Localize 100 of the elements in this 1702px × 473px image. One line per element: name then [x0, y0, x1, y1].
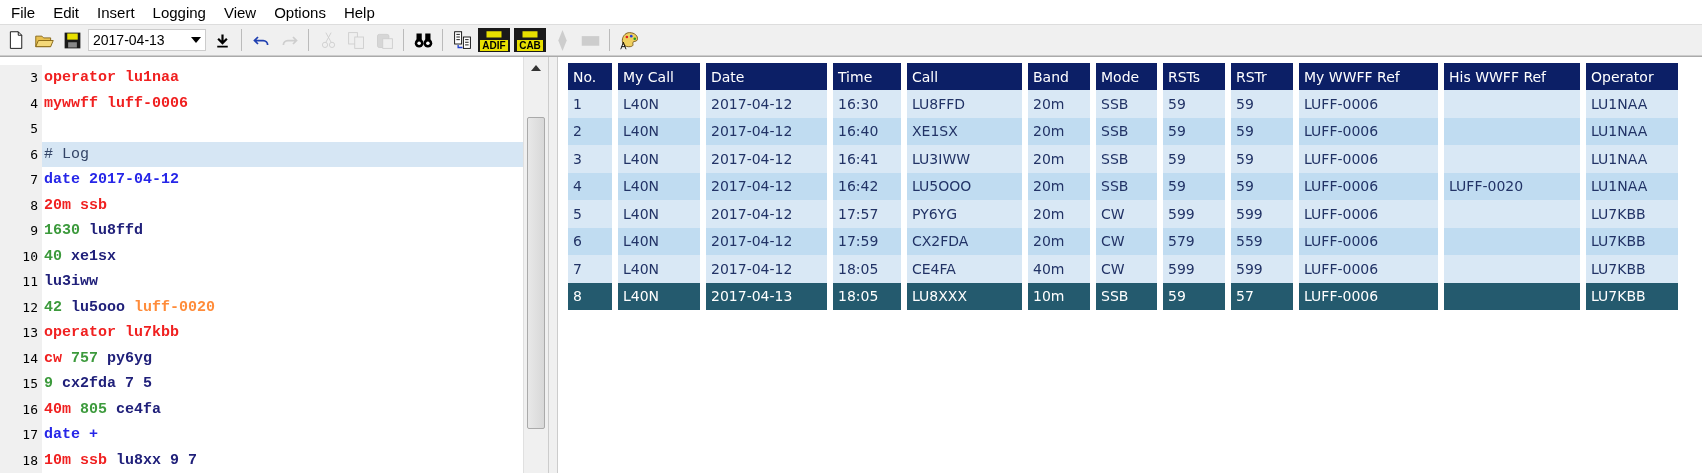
- column-header[interactable]: My Call: [618, 63, 700, 90]
- table-cell: 579: [1163, 227, 1225, 255]
- table-cell: LU1NAA: [1586, 90, 1678, 118]
- table-cell: 5: [568, 200, 612, 228]
- table-cell: 3: [568, 145, 612, 173]
- column-header[interactable]: His WWFF Ref: [1444, 63, 1580, 90]
- line-number: 9: [0, 218, 42, 244]
- column-header[interactable]: My WWFF Ref: [1299, 63, 1438, 90]
- table-cell: LU1NAA: [1586, 172, 1678, 200]
- scroll-up-icon[interactable]: [531, 65, 541, 71]
- table-cell: SSB: [1096, 282, 1157, 310]
- table-cell: CE4FA: [907, 255, 1022, 283]
- code-line: 42 lu5ooo luff-0020: [43, 297, 217, 318]
- table-cell: LUFF-0006: [1299, 282, 1438, 310]
- table-cell: 2017-04-12: [706, 200, 827, 228]
- table-cell: 59: [1231, 117, 1293, 145]
- scroll-thumb[interactable]: [527, 117, 545, 429]
- code-line: date +: [43, 425, 100, 445]
- column-header[interactable]: RSTr: [1231, 63, 1293, 90]
- table-cell: SSB: [1096, 172, 1157, 200]
- table-cell: LU3IWW: [907, 145, 1022, 173]
- save-as-button[interactable]: CAB: [514, 28, 546, 52]
- table-cell: L40N: [618, 145, 700, 173]
- code-line: 10m ssb lu8xx 9 7: [43, 450, 199, 471]
- table-cell: 16:42: [833, 172, 901, 200]
- column-header[interactable]: RSTs: [1163, 63, 1225, 90]
- table-cell: L40N: [618, 117, 700, 145]
- table-cell: 7: [568, 255, 612, 283]
- table-cell: 59: [1163, 90, 1225, 118]
- date-field[interactable]: 2017-04-13: [88, 29, 206, 51]
- table-cell: 599: [1163, 255, 1225, 283]
- menu-item[interactable]: View: [214, 3, 266, 21]
- column-header[interactable]: Time: [833, 63, 901, 90]
- table-cell: LUFF-0006: [1299, 145, 1438, 173]
- line-number: 11: [0, 269, 42, 295]
- table-cell: 1: [568, 90, 612, 118]
- table-cell: 20m: [1028, 145, 1090, 173]
- table-cell: PY6YG: [907, 200, 1022, 228]
- table-cell: 59: [1163, 145, 1225, 173]
- line-number: 6: [0, 141, 42, 167]
- line-number: 5: [0, 116, 42, 142]
- line-number: 7: [0, 167, 42, 193]
- line-number: 15: [0, 371, 42, 397]
- table-cell: 2: [568, 117, 612, 145]
- table-cell: 17:59: [833, 227, 901, 255]
- column-header[interactable]: Mode: [1096, 63, 1157, 90]
- table-cell: SSB: [1096, 117, 1157, 145]
- diamond-icon: [557, 29, 567, 51]
- table-cell: 20m: [1028, 227, 1090, 255]
- code-line: date 2017-04-12: [43, 170, 181, 190]
- column-header[interactable]: Date: [706, 63, 827, 90]
- table-cell: 18:05: [833, 255, 901, 283]
- table-cell: 6: [568, 227, 612, 255]
- table-cell: 16:40: [833, 117, 901, 145]
- table-cell: 2017-04-12: [706, 117, 827, 145]
- table-cell: 2017-04-12: [706, 227, 827, 255]
- table-cell: SSB: [1096, 145, 1157, 173]
- table-cell: LU1NAA: [1586, 117, 1678, 145]
- table-cell: 57: [1231, 282, 1293, 310]
- table-cell: 40m: [1028, 255, 1090, 283]
- table-cell: 17:57: [833, 200, 901, 228]
- line-number: 10: [0, 243, 42, 269]
- table-cell: L40N: [618, 227, 700, 255]
- scrollbar[interactable]: [523, 57, 548, 473]
- table-cell: 18:05: [833, 282, 901, 310]
- table-cell: 59: [1163, 117, 1225, 145]
- line-number: 14: [0, 345, 42, 371]
- menu-item[interactable]: Help: [334, 3, 384, 21]
- line-number: 17: [0, 422, 42, 448]
- table-cell: LU5OOO: [907, 172, 1022, 200]
- code-line: mywwff luff-0006: [43, 93, 190, 114]
- table-cell: 8: [568, 282, 612, 310]
- table-cell: LUFF-0006: [1299, 200, 1438, 228]
- code-line: 1630 lu8ffd: [43, 221, 145, 241]
- menu-item[interactable]: Logging: [143, 3, 215, 21]
- table-cell: LU1NAA: [1586, 145, 1678, 173]
- table-cell: 59: [1163, 172, 1225, 200]
- line-number: 18: [0, 447, 42, 473]
- column-header[interactable]: Band: [1028, 63, 1090, 90]
- table-cell: 2017-04-12: [706, 90, 827, 118]
- line-number: 4: [0, 90, 42, 116]
- code-line: 20m ssb: [43, 195, 109, 216]
- menu-item[interactable]: Insert: [88, 3, 144, 21]
- table-cell: CW: [1096, 255, 1157, 283]
- menu-item[interactable]: Edit: [44, 3, 89, 21]
- menu-item[interactable]: File: [2, 3, 45, 21]
- menu-item[interactable]: Options: [265, 3, 335, 21]
- table-cell: 599: [1163, 200, 1225, 228]
- save-as-button[interactable]: ADIF: [478, 28, 510, 52]
- column-header[interactable]: Call: [907, 63, 1022, 90]
- code-line: 9 cx2fda 7 5: [43, 374, 154, 394]
- table-cell: 59: [1231, 90, 1293, 118]
- column-header[interactable]: No.: [568, 63, 612, 90]
- line-number: 13: [0, 320, 42, 346]
- table-cell: L40N: [618, 255, 700, 283]
- column-header[interactable]: Operator: [1586, 63, 1678, 90]
- palette-icon: [618, 29, 640, 51]
- table-cell: 16:30: [833, 90, 901, 118]
- table-cell: CX2FDA: [907, 227, 1022, 255]
- table-cell: 599: [1231, 255, 1293, 283]
